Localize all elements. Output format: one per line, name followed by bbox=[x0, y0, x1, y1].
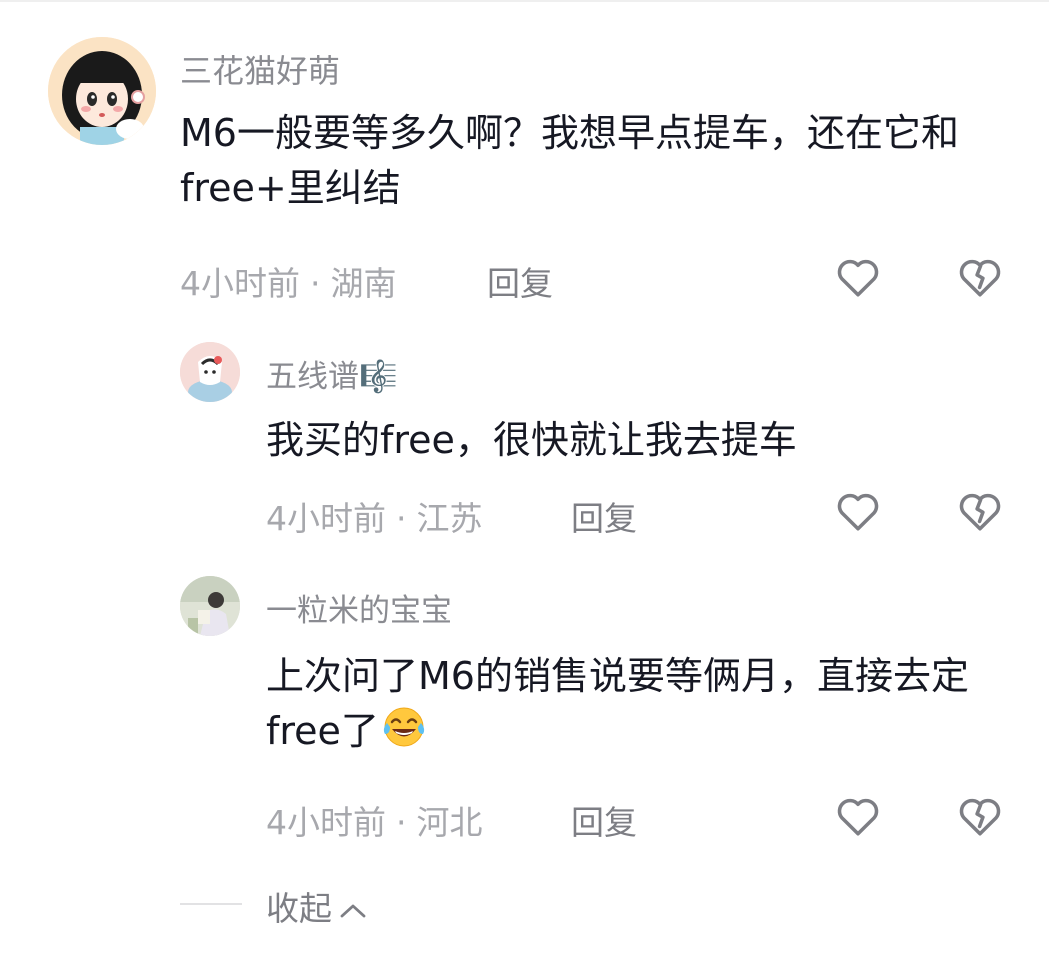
chevron-up-icon bbox=[340, 904, 366, 917]
reply-button[interactable]: 回复 bbox=[487, 257, 553, 305]
reply-time: 4小时前 bbox=[266, 803, 386, 842]
broken-heart-icon[interactable] bbox=[955, 486, 1005, 536]
top-divider bbox=[0, 0, 1049, 2]
reply-meta: 4小时前 · 河北 bbox=[266, 796, 483, 844]
photo-avatar-icon bbox=[180, 576, 240, 636]
reply-location: 江苏 bbox=[416, 499, 483, 538]
heart-outline-icon[interactable] bbox=[833, 791, 883, 841]
avatar[interactable] bbox=[48, 37, 156, 145]
reply-button[interactable]: 回复 bbox=[571, 492, 637, 540]
cartoon-avatar-icon bbox=[180, 342, 240, 402]
avatar[interactable] bbox=[180, 342, 240, 402]
collapse-label: 收起 bbox=[266, 889, 332, 928]
tears-of-joy-emoji-icon bbox=[381, 704, 427, 765]
cartoon-girl-avatar-icon bbox=[48, 37, 156, 145]
heart-outline-icon[interactable] bbox=[833, 486, 883, 536]
comment-location: 湖南 bbox=[330, 264, 397, 303]
comment-meta: 4小时前 · 湖南 bbox=[180, 257, 397, 305]
reply-meta: 4小时前 · 江苏 bbox=[266, 492, 483, 540]
reply-location: 河北 bbox=[416, 803, 483, 842]
reply-username[interactable]: 五线谱🎼 bbox=[266, 351, 398, 396]
reply-text-body: 上次问了M6的销售说要等俩月，直接去定free了 bbox=[266, 654, 969, 754]
reply-text: 上次问了M6的销售说要等俩月，直接去定free了 bbox=[266, 649, 1016, 766]
meta-separator: · bbox=[396, 499, 407, 538]
avatar[interactable] bbox=[180, 576, 240, 636]
reply-button[interactable]: 回复 bbox=[571, 796, 637, 844]
comment-username[interactable]: 三花猫好萌 bbox=[180, 46, 340, 92]
comment-text: M6一般要等多久啊？我想早点提车，还在它和free+里纠结 bbox=[180, 111, 959, 211]
meta-separator: · bbox=[310, 264, 321, 303]
reply-time: 4小时前 bbox=[266, 499, 386, 538]
comment-time: 4小时前 bbox=[180, 264, 300, 303]
collapse-replies-button[interactable]: 收起 bbox=[266, 882, 368, 930]
broken-heart-icon[interactable] bbox=[955, 252, 1005, 302]
reply-text: 我买的free，很快就让我去提车 bbox=[266, 418, 797, 462]
heart-outline-icon[interactable] bbox=[833, 252, 883, 302]
broken-heart-icon[interactable] bbox=[955, 791, 1005, 841]
collapse-divider bbox=[180, 903, 242, 905]
reply-username[interactable]: 一粒米的宝宝 bbox=[266, 585, 452, 630]
meta-separator: · bbox=[396, 803, 407, 842]
